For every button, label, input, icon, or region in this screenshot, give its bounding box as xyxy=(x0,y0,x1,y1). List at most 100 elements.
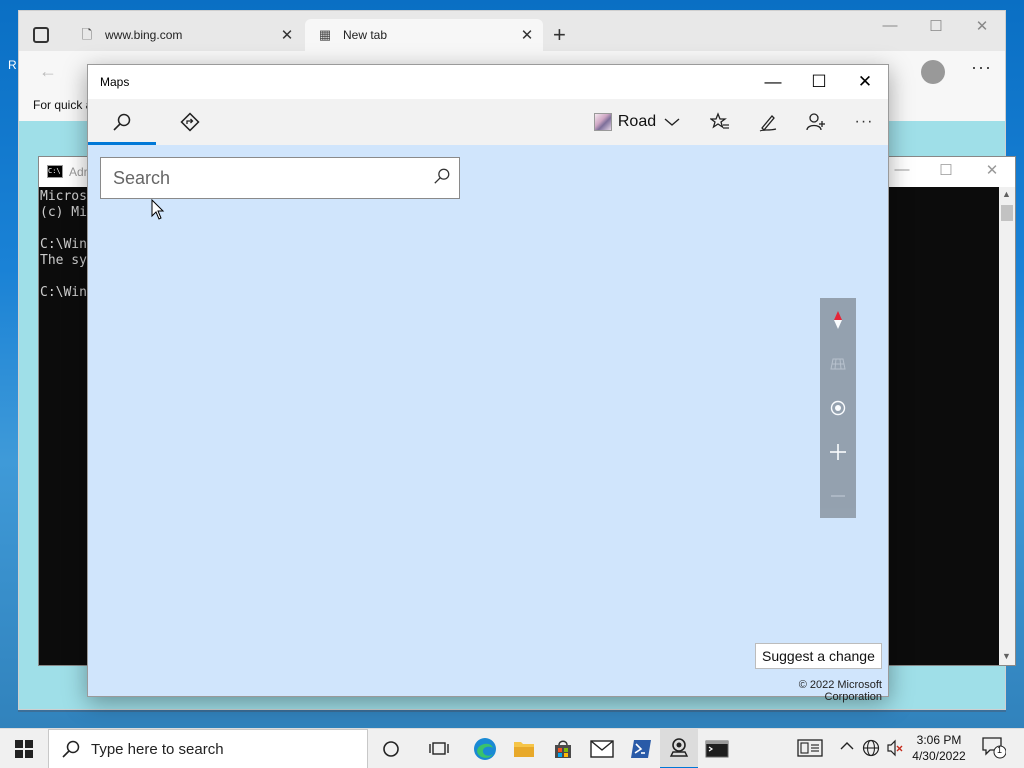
maps-title: Maps xyxy=(100,75,130,89)
compass-button[interactable] xyxy=(820,298,856,342)
scroll-down-icon[interactable]: ▼ xyxy=(1002,651,1011,661)
location-icon xyxy=(830,400,846,416)
tab-new-tab[interactable]: ▦ New tab ✕ xyxy=(305,19,543,51)
taskbar-file-explorer[interactable] xyxy=(505,729,543,768)
store-icon xyxy=(555,740,571,758)
document-icon: 🗋 xyxy=(81,27,93,42)
terminal-icon xyxy=(705,740,729,758)
scroll-up-icon[interactable]: ▲ xyxy=(1002,189,1011,199)
cmd-close-button[interactable]: ✕ xyxy=(969,161,1015,179)
maps-close-button[interactable]: ✕ xyxy=(842,69,888,95)
search-icon xyxy=(113,113,131,131)
maps-search-box[interactable] xyxy=(100,157,460,199)
map-style-dropdown[interactable]: Road xyxy=(592,99,682,145)
tab-bing[interactable]: 🗋 www.bing.com ✕ xyxy=(67,19,303,51)
taskbar-terminal[interactable] xyxy=(698,729,736,768)
favorites-button[interactable] xyxy=(698,99,742,145)
mail-icon xyxy=(590,740,614,758)
clock-time: 3:06 PM xyxy=(916,733,962,747)
ink-button[interactable] xyxy=(746,99,790,145)
taskbar-search-placeholder: Type here to search xyxy=(91,740,224,758)
taskbar: Type here to search 3:06 PM 4/30/2022 1 xyxy=(0,728,1024,768)
profile-avatar[interactable] xyxy=(921,60,945,84)
account-button[interactable] xyxy=(794,99,838,145)
taskbar-powershell[interactable] xyxy=(622,729,660,768)
task-view-icon xyxy=(429,742,449,755)
tilt-icon xyxy=(830,358,846,370)
cmd-app-icon: C:\ xyxy=(47,165,63,178)
edge-minimize-button[interactable]: — xyxy=(867,17,913,34)
taskbar-search-box[interactable]: Type here to search xyxy=(48,729,368,768)
windows-logo-icon xyxy=(15,740,33,758)
close-tab-icon[interactable]: ✕ xyxy=(517,26,537,44)
tab-directions[interactable] xyxy=(156,99,224,145)
chevron-up-icon[interactable] xyxy=(840,739,854,756)
scroll-thumb[interactable] xyxy=(1001,205,1013,221)
active-tab-indicator xyxy=(88,142,156,145)
compass-icon xyxy=(834,311,842,329)
vertical-tabs-icon[interactable] xyxy=(33,27,49,43)
cmd-maximize-button[interactable]: ☐ xyxy=(923,161,969,179)
desktop-partial-label: R xyxy=(8,58,17,72)
maps-window: Maps — ☐ ✕ Road ··· Search Suggest a cha… xyxy=(87,64,889,703)
directions-icon xyxy=(180,112,200,132)
edge-maximize-button[interactable]: ☐ xyxy=(913,17,959,35)
network-globe-icon[interactable] xyxy=(862,739,880,760)
tab-title: www.bing.com xyxy=(105,28,183,42)
close-tab-icon[interactable]: ✕ xyxy=(277,26,297,44)
map-canvas xyxy=(88,145,888,696)
maps-minimize-button[interactable]: — xyxy=(750,69,796,95)
maps-maximize-button[interactable]: ☐ xyxy=(796,69,842,95)
zoom-in-button[interactable] xyxy=(820,430,856,474)
powershell-icon xyxy=(631,740,651,758)
notification-count: 1 xyxy=(997,745,1003,755)
map-controls xyxy=(820,298,856,518)
suggest-change-button[interactable]: Suggest a change xyxy=(755,643,882,669)
start-button[interactable] xyxy=(0,729,48,768)
action-center-tray-icon[interactable] xyxy=(797,739,823,760)
taskbar-store[interactable] xyxy=(544,729,582,768)
zoom-out-icon xyxy=(831,495,845,497)
cortana-button[interactable] xyxy=(372,729,410,768)
taskbar-edge[interactable] xyxy=(466,729,504,768)
search-icon[interactable] xyxy=(425,167,459,190)
map-style-label: Road xyxy=(617,113,657,130)
task-view-button[interactable] xyxy=(420,729,458,768)
notifications-button[interactable]: 1 xyxy=(982,737,1007,762)
favorites-hint: For quick a xyxy=(33,98,93,112)
cmd-scrollbar[interactable]: ▲ ▼ xyxy=(999,187,1015,665)
search-input[interactable] xyxy=(101,158,425,198)
clock-date: 4/30/2022 xyxy=(912,749,966,763)
file-explorer-icon xyxy=(514,742,534,757)
maps-toolbar: Road ··· xyxy=(88,99,888,145)
mouse-pointer-icon xyxy=(151,199,165,220)
tilt-button[interactable] xyxy=(820,342,856,386)
edge-tab-strip: 🗋 www.bing.com ✕ ▦ New tab ✕ + — ☐ ✕ xyxy=(19,11,1005,51)
newtab-icon: ▦ xyxy=(318,27,332,42)
tab-search[interactable] xyxy=(88,99,156,145)
cortana-icon xyxy=(383,741,399,757)
cmd-title: Adr xyxy=(69,165,88,179)
taskbar-overflow-window-icon xyxy=(797,739,823,757)
back-arrow-icon[interactable]: ← xyxy=(39,61,57,82)
tab-title: New tab xyxy=(343,28,388,42)
add-person-icon xyxy=(806,113,825,131)
edge-icon xyxy=(474,738,496,760)
road-style-swatch xyxy=(593,113,612,131)
taskbar-maps[interactable] xyxy=(660,729,698,768)
zoom-out-button[interactable] xyxy=(820,474,856,518)
more-options-button[interactable]: ··· xyxy=(842,99,886,145)
edge-close-button[interactable]: ✕ xyxy=(959,17,1005,35)
clock[interactable]: 3:06 PM 4/30/2022 xyxy=(900,732,978,764)
copyright-text: © 2022 Microsoft Corporation xyxy=(798,679,882,703)
show-location-button[interactable] xyxy=(820,386,856,430)
chevron-down-icon xyxy=(664,118,680,126)
maps-icon xyxy=(669,738,689,757)
edge-more-icon[interactable]: ··· xyxy=(971,57,992,78)
favorites-icon xyxy=(710,112,729,129)
notification-icon xyxy=(982,737,1007,759)
pen-icon xyxy=(759,115,777,132)
taskbar-mail[interactable] xyxy=(583,729,621,768)
zoom-in-icon xyxy=(830,444,846,460)
new-tab-plus-icon[interactable]: + xyxy=(553,23,566,47)
